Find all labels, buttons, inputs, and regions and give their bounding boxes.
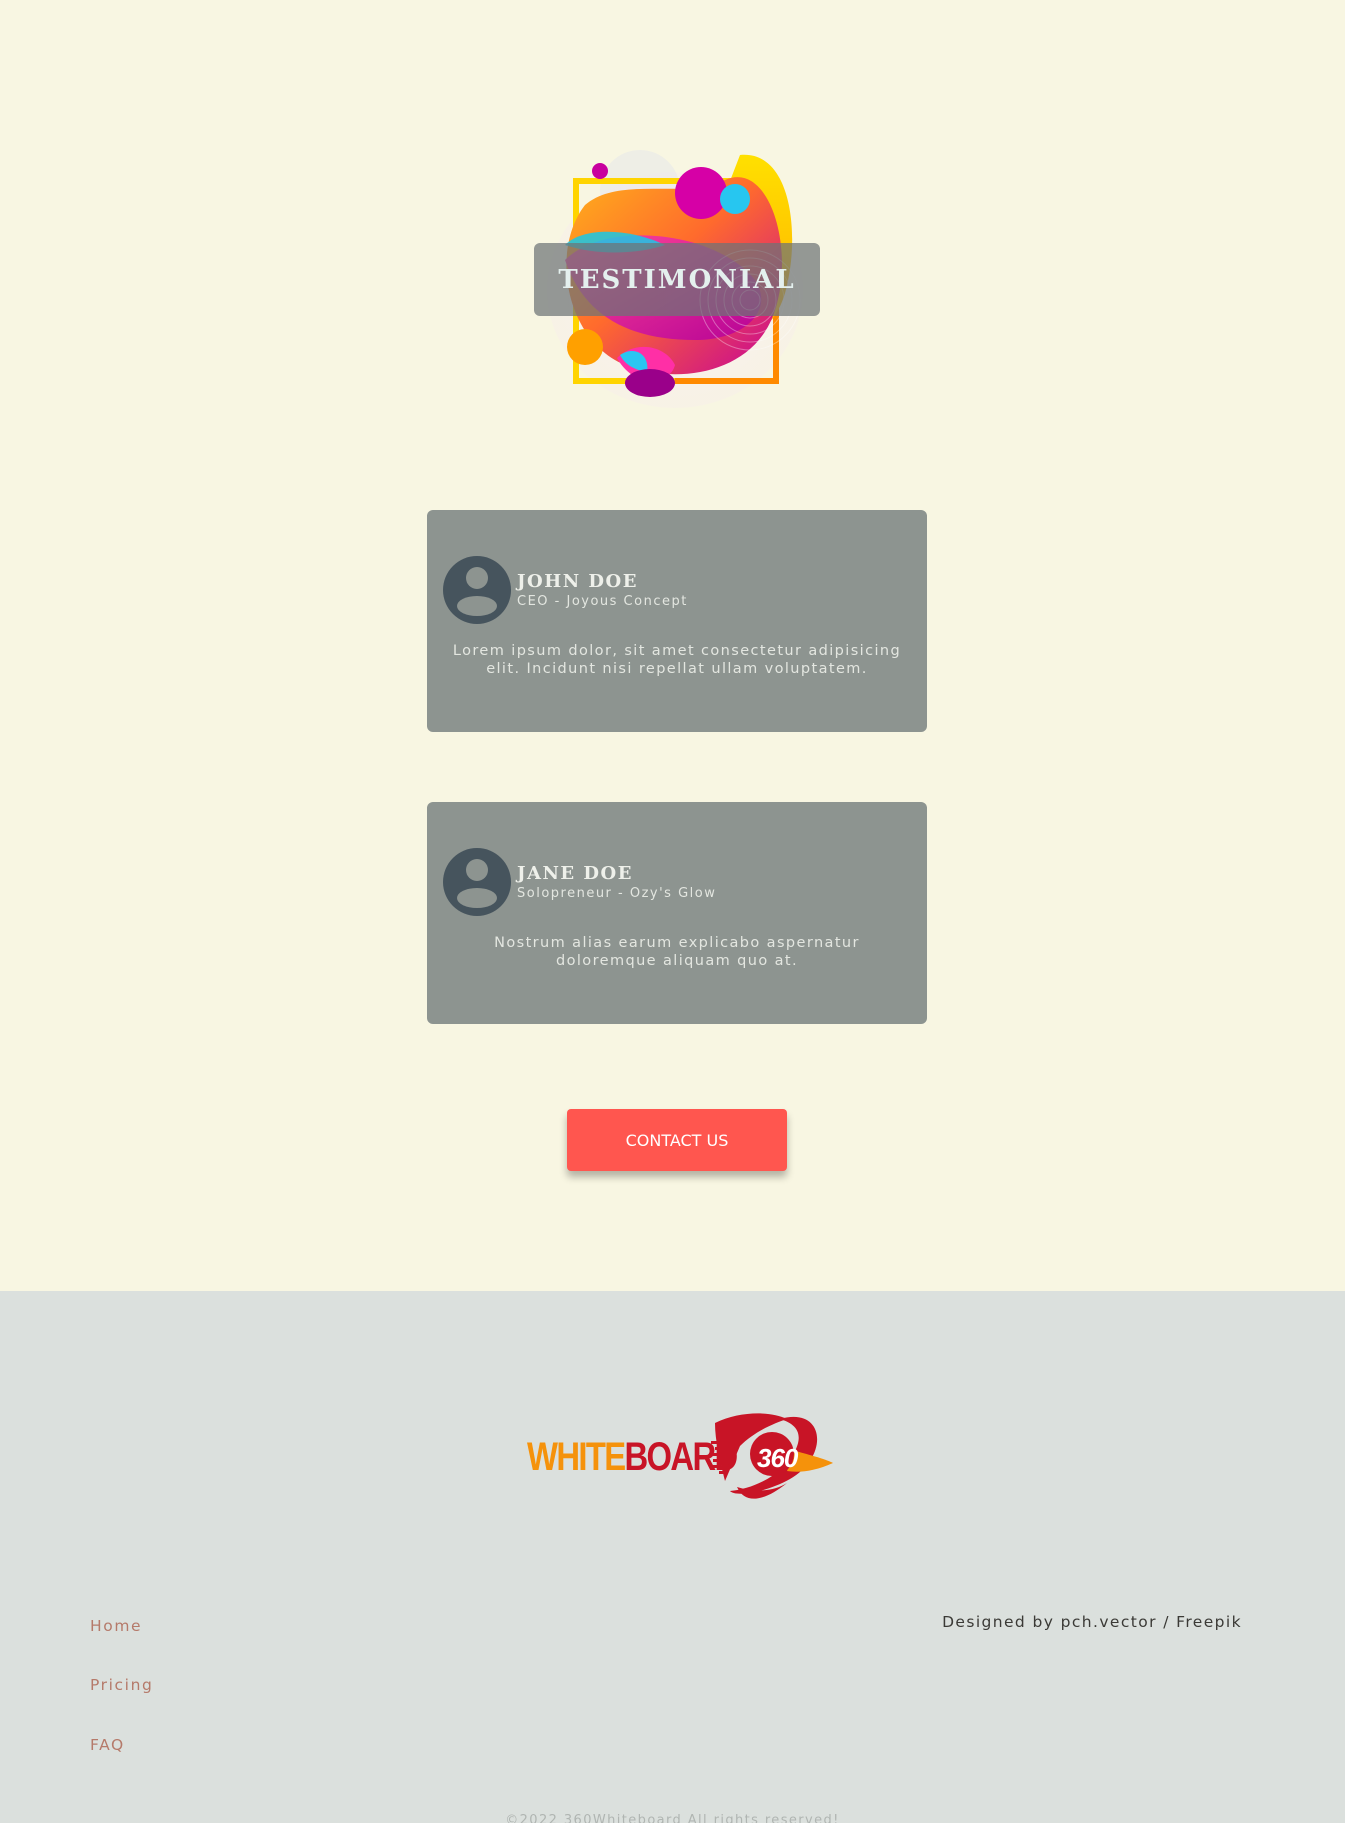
testimonial-author-role: CEO - Joyous Concept <box>517 594 688 609</box>
logo-number: 360 <box>757 1443 798 1473</box>
copyright-text: ©2022 360Whiteboard All rights reserved! <box>505 1813 840 1823</box>
testimonial-author-role: Solopreneur - Ozy's Glow <box>517 886 717 901</box>
site-footer: WHITEBOARD 360 Home Pricing FAQ Designed… <box>0 1291 1345 1823</box>
testimonial-section: TESTIMONIAL JOHN DOE CEO - Joyous Concep… <box>0 0 1345 1291</box>
logo-word-white: WHITE <box>527 1435 626 1479</box>
testimonial-title-banner: TESTIMONIAL <box>534 243 820 316</box>
logo-wordmark: WHITEBOARD <box>527 1435 738 1479</box>
user-avatar-icon <box>443 848 511 916</box>
footer-link-pricing[interactable]: Pricing <box>90 1676 153 1694</box>
testimonial-quote: Nostrum alias earum explicabo aspernatur… <box>494 935 860 969</box>
design-credit: Designed by pch.vector / Freepik <box>942 1613 1242 1631</box>
testimonial-author-name: JANE DOE <box>517 863 633 884</box>
testimonial-quote: Lorem ipsum dolor, sit amet consectetur … <box>452 643 902 677</box>
footer-link-home[interactable]: Home <box>90 1617 142 1635</box>
testimonial-author-name: JOHN DOE <box>517 571 638 592</box>
section-title: TESTIMONIAL <box>558 264 796 295</box>
testimonial-card: JANE DOE Solopreneur - Ozy's Glow Nostru… <box>427 802 927 1024</box>
contact-us-button[interactable]: CONTACT US <box>567 1109 787 1171</box>
whiteboard-360-logo[interactable]: WHITEBOARD 360 <box>525 1401 835 1511</box>
footer-link-faq[interactable]: FAQ <box>90 1736 125 1754</box>
logo-word-board: BOARD <box>624 1435 738 1479</box>
testimonial-hero: TESTIMONIAL <box>525 140 825 420</box>
testimonial-card: JOHN DOE CEO - Joyous Concept Lorem ipsu… <box>427 510 927 732</box>
user-avatar-icon <box>443 556 511 624</box>
